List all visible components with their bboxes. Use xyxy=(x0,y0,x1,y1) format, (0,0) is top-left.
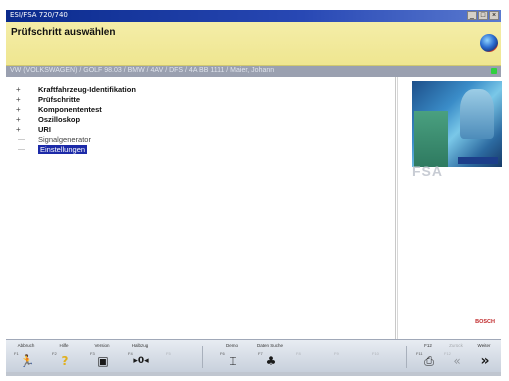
version-button[interactable]: Version F3 ▣ xyxy=(88,343,116,370)
abort-icon: 🏃 xyxy=(19,354,35,368)
expand-icon[interactable]: + xyxy=(14,95,38,104)
tree-item-label: URI xyxy=(38,124,51,134)
print-button[interactable]: F12 F11 ⎙ xyxy=(414,343,442,370)
window-controls: _ □ × xyxy=(467,11,499,20)
page-title: Prüfschritt auswählen xyxy=(11,27,116,38)
button-label: Abbruch xyxy=(17,343,35,348)
button-label: Daten Suche xyxy=(256,343,284,348)
blank-icon xyxy=(376,353,394,369)
vehicle-info-text: VW (VOLKSWAGEN) / GOLF 98.03 / BMW / 4AV… xyxy=(10,67,275,74)
blank-icon xyxy=(338,353,356,369)
button-label: Weiter xyxy=(477,343,491,348)
page-header: Prüfschritt auswählen xyxy=(6,22,501,66)
tree-item-label: Prüfschritte xyxy=(38,94,81,104)
title-bar: ESI/FSA 720/740 _ □ × xyxy=(6,10,501,22)
tree-connector: — xyxy=(18,145,25,153)
application-window: ESI/FSA 720/740 _ □ × Prüfschritt auswäh… xyxy=(0,0,509,381)
f9-button[interactable]: F9 xyxy=(332,343,360,370)
close-button[interactable]: × xyxy=(489,11,499,20)
back-icon: « xyxy=(453,354,461,368)
button-label: Version xyxy=(94,343,110,348)
tree-item-signalgenerator[interactable]: — Signalgenerator xyxy=(14,134,136,144)
tree-item-label: Komponententest xyxy=(38,104,102,114)
forward-button[interactable]: Weiter » xyxy=(470,343,498,370)
tree-item-kraftfahrzeug-identifikation[interactable]: + Kraftfahrzeug-Identifikation xyxy=(14,84,136,94)
tree-item-label: Kraftfahrzeug-Identifikation xyxy=(38,84,136,94)
window-title: ESI/FSA 720/740 xyxy=(10,11,68,19)
f10-button[interactable]: F10 xyxy=(370,343,398,370)
tree-item-pruefschritte[interactable]: + Prüfschritte xyxy=(14,94,136,104)
help-icon: ? xyxy=(61,354,69,368)
button-label: Demo xyxy=(225,343,238,348)
demo-icon: ⌶ xyxy=(229,354,237,368)
signal-icon: ▸0◂ xyxy=(133,356,149,366)
help-button[interactable]: Hilfe F2 ? xyxy=(50,343,78,370)
status-bar xyxy=(6,372,501,376)
minimize-button[interactable]: _ xyxy=(467,11,477,20)
brand-logo: BOSCH xyxy=(475,319,495,325)
tree-connector: — xyxy=(18,135,25,143)
tree-item-label: Oszilloskop xyxy=(38,114,81,124)
version-icon: ▣ xyxy=(97,354,109,368)
signal-button[interactable]: Halbzug F4 ▸0◂ xyxy=(126,343,154,370)
data-search-icon: ♣ xyxy=(265,354,277,368)
product-logo: FSA xyxy=(412,163,443,179)
toolbar-divider xyxy=(202,346,203,368)
photo-tag xyxy=(458,157,498,164)
machine-image xyxy=(414,111,448,167)
back-button[interactable]: Zurück F12 « xyxy=(442,343,470,370)
button-label: Halbzug xyxy=(131,343,149,348)
person-image xyxy=(460,89,494,139)
expand-icon[interactable]: + xyxy=(14,125,38,134)
demo-button[interactable]: Demo F6 ⌶ xyxy=(218,343,246,370)
abort-button[interactable]: Abbruch F1 🏃 xyxy=(12,343,40,370)
button-label: Zurück xyxy=(449,343,463,348)
function-key-toolbar: Abbruch F1 🏃 Hilfe F2 ? Version F3 ▣ Hal… xyxy=(6,339,501,372)
button-label: Hilfe xyxy=(59,343,69,348)
vehicle-info-bar: VW (VOLKSWAGEN) / GOLF 98.03 / BMW / 4AV… xyxy=(6,66,501,77)
maximize-button[interactable]: □ xyxy=(478,11,488,20)
print-icon: ⎙ xyxy=(424,354,434,368)
toolbar-divider xyxy=(406,346,407,368)
button-label: F12 xyxy=(424,343,432,348)
globe-icon[interactable] xyxy=(480,34,498,52)
f5-button[interactable]: F5 xyxy=(164,343,192,370)
tree-item-einstellungen[interactable]: — Einstellungen xyxy=(14,144,136,154)
tree-item-uri[interactable]: + URI xyxy=(14,124,136,134)
tree-item-komponententest[interactable]: + Komponententest xyxy=(14,104,136,114)
expand-icon[interactable]: + xyxy=(14,85,38,94)
blank-icon xyxy=(170,353,188,369)
product-photo xyxy=(412,81,502,167)
expand-icon[interactable]: + xyxy=(14,115,38,124)
main-panel: + Kraftfahrzeug-Identifikation + Prüfsch… xyxy=(6,77,396,339)
status-indicator-icon xyxy=(491,68,497,74)
tree-item-label: Einstellungen xyxy=(38,144,88,154)
data-search-button[interactable]: Daten Suche F7 ♣ xyxy=(256,343,284,370)
menu-tree: + Kraftfahrzeug-Identifikation + Prüfsch… xyxy=(14,84,136,154)
f8-button[interactable]: F8 xyxy=(294,343,322,370)
blank-icon xyxy=(300,353,318,369)
expand-icon[interactable]: + xyxy=(14,105,38,114)
forward-icon: » xyxy=(480,353,490,369)
right-panel: FSA BOSCH xyxy=(397,77,502,339)
tree-item-oszilloskop[interactable]: + Oszilloskop xyxy=(14,114,136,124)
tree-item-label: Signalgenerator xyxy=(38,134,91,144)
